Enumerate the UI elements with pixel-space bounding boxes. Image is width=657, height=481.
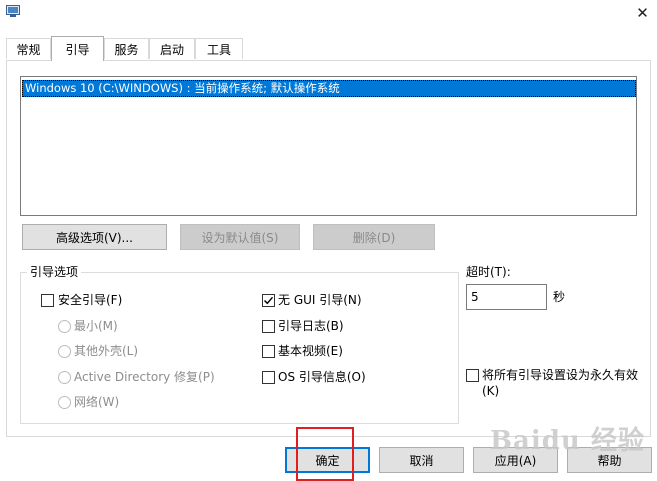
os-boot-info-label: OS 引导信息(O) [278,370,366,384]
network-label: 网络(W) [74,395,120,409]
boot-log-checkbox[interactable] [262,320,275,333]
tab-boot[interactable]: 引导 [51,36,104,61]
tab-tools[interactable]: 工具 [195,38,243,59]
boot-options-group-label: 引导选项 [27,263,82,280]
timeout-input[interactable]: 5 [466,284,547,310]
boot-entry-item[interactable]: Windows 10 (C:\WINDOWS) : 当前操作系统; 默认操作系统 [22,80,636,97]
boot-log-label: 引导日志(B) [278,319,344,333]
set-default-button[interactable]: 设为默认值(S) [180,224,300,250]
tab-general[interactable]: 常规 [6,38,51,59]
checkmark-icon [264,296,274,305]
active-directory-repair-radio[interactable] [58,371,71,384]
tab-services[interactable]: 服务 [104,38,149,59]
network-radio[interactable] [58,396,71,409]
baidu-watermark: Baidu 经验 [490,426,645,456]
safe-boot-checkbox[interactable] [41,294,54,307]
no-gui-boot-checkbox[interactable] [262,294,275,307]
timeout-unit-label: 秒 [553,290,566,304]
no-gui-boot-label: 无 GUI 引导(N) [278,293,362,307]
alternate-shell-label: 其他外壳(L) [74,344,139,358]
minimal-label: 最小(M) [74,319,118,333]
os-boot-info-checkbox[interactable] [262,371,275,384]
safe-boot-label: 安全引导(F) [58,293,123,307]
cancel-button[interactable]: 取消 [379,447,464,473]
boot-entries-listbox[interactable] [20,76,637,216]
active-directory-repair-label: Active Directory 修复(P) [74,370,215,384]
close-icon: ✕ [636,4,649,22]
make-permanent-checkbox[interactable] [466,369,479,382]
base-video-checkbox[interactable] [262,345,275,358]
base-video-label: 基本视频(E) [278,344,343,358]
alternate-shell-radio[interactable] [58,345,71,358]
msconfig-app-icon [6,5,20,17]
timeout-label: 超时(T): [466,265,511,279]
tab-startup[interactable]: 启动 [149,38,195,59]
make-permanent-label: 将所有引导设置设为永久有效 [482,368,639,382]
close-button[interactable]: ✕ [628,0,657,26]
delete-button[interactable]: 删除(D) [313,224,435,250]
advanced-options-button[interactable]: 高级选项(V)... [22,224,167,250]
minimal-radio[interactable] [58,320,71,333]
make-permanent-label-hotkey: (K) [482,384,500,398]
ok-button-highlight-annotation [296,427,354,481]
